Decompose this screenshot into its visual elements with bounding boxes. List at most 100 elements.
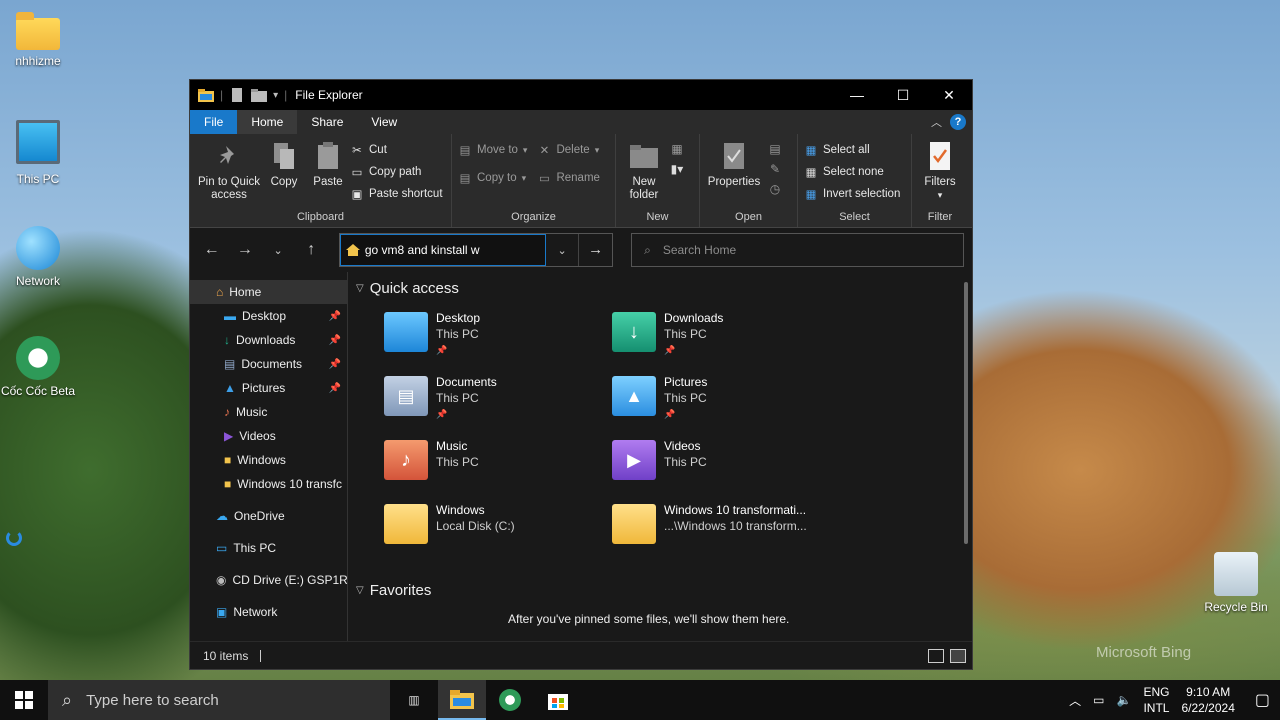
bing-watermark: Microsoft Bing [1096, 644, 1192, 661]
go-button[interactable]: → [578, 234, 612, 266]
qat-separator: | [284, 88, 288, 102]
volume-muted-icon[interactable]: 🔈 [1117, 693, 1132, 707]
forward-button[interactable]: → [231, 241, 258, 259]
quick-access-item-videos[interactable]: ▶ Videos This PC [612, 438, 840, 486]
system-tray: ︿ ▭ 🔈 ENG INTL 9:10 AM 6/22/2024 ▢ [1069, 684, 1280, 716]
delete-button[interactable]: ✕ Delete ▾ [537, 142, 600, 158]
address-input[interactable] [364, 243, 545, 257]
network-status-icon[interactable]: ▭ [1093, 693, 1104, 707]
close-button[interactable]: ✕ [926, 80, 972, 110]
desktop-folder-icon [384, 312, 428, 352]
favorites-header[interactable]: ▽ Favorites [356, 576, 972, 604]
cut-button[interactable]: ✂ Cut [350, 142, 443, 158]
details-view-button[interactable] [928, 648, 944, 663]
navigation-bar: ← → ⌄ ↑ ⌄ → ⌕ [190, 228, 972, 272]
sidebar-item-documents[interactable]: ▤ Documents 📌 [190, 352, 347, 376]
sidebar-item-cd-drive[interactable]: ◉ CD Drive (E:) GSP1RM [190, 568, 347, 592]
new-group: New folder ▦ ▮▾ New [616, 134, 700, 227]
taskbar-coccoc[interactable] [486, 680, 534, 720]
ribbon: Pin to Quick access Copy Paste ✂ Cut ▭ Cop… [190, 134, 972, 228]
organize-group-label: Organize [511, 211, 556, 223]
quick-access-item-documents[interactable]: ▤ Documents This PC 📌 [384, 374, 612, 422]
quick-access-item-music[interactable]: ♪ Music This PC [384, 438, 612, 486]
quick-access-header[interactable]: ▽ Quick access [356, 274, 972, 302]
quick-access-item-desktop[interactable]: Desktop This PC 📌 [384, 310, 612, 358]
sidebar-item-music[interactable]: ♪ Music [190, 400, 347, 424]
open-icon[interactable]: ▤ [768, 142, 782, 156]
search-input[interactable] [662, 243, 943, 257]
desktop-icon-this-pc[interactable]: This PC [0, 120, 76, 186]
address-dropdown-button[interactable]: ⌄ [546, 244, 578, 257]
collapse-ribbon-icon[interactable]: ︿ [931, 114, 942, 130]
title-bar[interactable]: | ▾ | File Explorer — ☐ ✕ [190, 80, 972, 110]
search-icon: ⌕ [644, 242, 651, 257]
quick-access-item-pictures[interactable]: ▲ Pictures This PC 📌 [612, 374, 840, 422]
help-icon[interactable]: ? [950, 114, 966, 130]
invert-selection-icon: ▦ [805, 189, 817, 201]
select-none-button[interactable]: ▦ Select none [804, 164, 900, 180]
desktop-icon-coccoc[interactable]: Cốc Cốc Beta [0, 336, 76, 398]
sidebar-item-videos[interactable]: ▶ Videos [190, 424, 347, 448]
delete-icon: ✕ [539, 145, 550, 157]
notification-center-icon[interactable]: ▢ [1255, 690, 1270, 710]
tab-file[interactable]: File [190, 110, 238, 134]
vertical-scrollbar[interactable] [964, 282, 968, 544]
input-language[interactable]: ENG INTL [1143, 684, 1169, 716]
sidebar-item-windows[interactable]: ■ Windows [190, 448, 347, 472]
taskbar-file-explorer[interactable] [438, 680, 486, 720]
copy-path-button[interactable]: ▭ Copy path [350, 164, 443, 180]
desktop-icon: ▬ [224, 309, 236, 323]
minimize-button[interactable]: — [834, 80, 880, 110]
invert-selection-button[interactable]: ▦ Invert selection [804, 186, 901, 202]
new-item-icon[interactable]: ▦ [670, 142, 684, 156]
documents-icon: ▤ [224, 357, 236, 371]
task-view-button[interactable]: ▥ [390, 680, 438, 720]
search-icon: ⌕ [62, 689, 73, 710]
paste-shortcut-button[interactable]: ▣ Paste shortcut [350, 186, 443, 202]
back-button[interactable]: ← [198, 241, 225, 259]
open-group: Properties ▤ ✎ ◷ Open [700, 134, 798, 227]
history-icon[interactable]: ◷ [768, 182, 782, 196]
microsoft-store-icon [548, 694, 568, 710]
sidebar-item-network[interactable]: ▣ Network [190, 600, 347, 624]
edit-icon[interactable]: ✎ [768, 162, 782, 176]
tab-view[interactable]: View [357, 110, 411, 134]
new-folder-icon[interactable] [251, 88, 268, 102]
sidebar-item-downloads[interactable]: ↓ Downloads 📌 [190, 328, 347, 352]
recent-locations-button[interactable]: ⌄ [264, 244, 291, 257]
sidebar-item-desktop[interactable]: ▬ Desktop 📌 [190, 304, 347, 328]
rename-button[interactable]: ▭ Rename [537, 170, 600, 186]
large-icons-view-button[interactable] [950, 648, 966, 663]
copy-to-icon: ▤ [459, 173, 471, 185]
task-view-icon: ▥ [408, 693, 420, 707]
sidebar-item-home[interactable]: ⌂ Home [190, 280, 347, 304]
easy-access-icon[interactable]: ▮▾ [670, 162, 684, 176]
qat-dropdown-icon[interactable]: ▾ [273, 90, 278, 101]
maximize-button[interactable]: ☐ [880, 80, 926, 110]
sidebar-item-this-pc[interactable]: ▭ This PC [190, 536, 347, 560]
quick-access-item-windows-10[interactable]: Windows 10 transformati... ...\Windows 10… [612, 502, 840, 550]
sidebar-item-pictures[interactable]: ▲ Pictures 📌 [190, 376, 347, 400]
desktop-icon-recycle-bin[interactable]: Recycle Bin [1198, 552, 1274, 614]
taskbar-search[interactable]: ⌕ Type here to search [48, 680, 390, 720]
desktop-icon-nhhizme[interactable]: nhhizme [0, 12, 76, 68]
coccoc-browser-icon [499, 689, 521, 711]
clock[interactable]: 9:10 AM 6/22/2024 [1181, 684, 1234, 716]
select-all-button[interactable]: ▦ Select all [804, 142, 900, 158]
quick-access-item-downloads[interactable]: ↓ Downloads This PC 📌 [612, 310, 840, 358]
move-to-button[interactable]: ▤ Move to ▾ [458, 142, 528, 158]
taskbar-microsoft-store[interactable] [534, 680, 582, 720]
show-hidden-icons-icon[interactable]: ︿ [1069, 692, 1081, 709]
start-button[interactable] [0, 680, 48, 720]
home-icon: ⌂ [216, 285, 224, 299]
sidebar-item-windows-10[interactable]: ■ Windows 10 transfc [190, 472, 347, 496]
copy-to-button[interactable]: ▤ Copy to ▾ [458, 170, 527, 186]
sidebar-item-onedrive[interactable]: ☁ OneDrive [190, 504, 347, 528]
properties-icon[interactable] [229, 88, 245, 102]
computer-icon: ▭ [216, 541, 228, 555]
tab-share[interactable]: Share [297, 110, 357, 134]
up-button[interactable]: ↑ [298, 241, 325, 259]
tab-home[interactable]: Home [237, 110, 298, 134]
quick-access-item-windows[interactable]: Windows Local Disk (C:) [384, 502, 612, 550]
desktop-icon-network[interactable]: Network [0, 226, 76, 288]
